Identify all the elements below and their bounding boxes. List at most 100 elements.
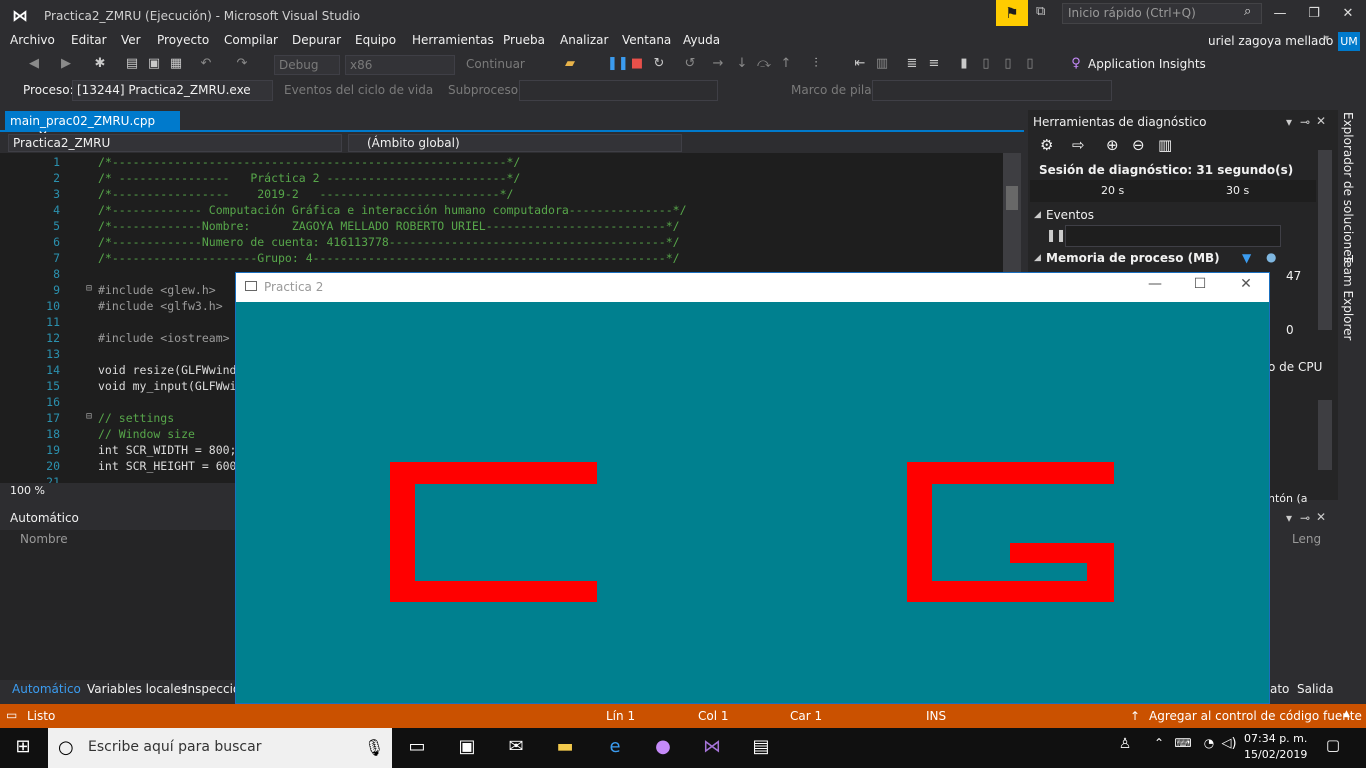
snapshot-icon[interactable]: ▥ xyxy=(1158,136,1172,154)
timeline-ruler[interactable] xyxy=(1030,180,1316,202)
comment-icon[interactable]: ≣ xyxy=(904,56,920,71)
menu-equipo[interactable]: Equipo xyxy=(355,33,396,47)
source-control-button[interactable]: Agregar al control de código fuente xyxy=(1149,709,1362,723)
zoom-select[interactable]: 100 % xyxy=(10,484,45,497)
notifications-icon[interactable]: ▢ xyxy=(1318,736,1348,754)
menu-depurar[interactable]: Depurar xyxy=(292,33,341,47)
continue-button[interactable]: Continuar xyxy=(466,57,525,71)
close-icon[interactable]: ✕ xyxy=(1316,510,1326,524)
code-line[interactable]: #include <glew.h> xyxy=(98,283,216,297)
minimize-icon[interactable]: — xyxy=(1270,6,1290,21)
redo-icon[interactable]: ↷ xyxy=(234,56,250,71)
user-name[interactable]: uriel zagoya mellado xyxy=(1208,34,1333,48)
code-line[interactable]: /* ---------------- Práctica 2 ---------… xyxy=(98,171,520,185)
threads-icon[interactable]: ⫶ xyxy=(808,56,824,71)
arrow-up-icon[interactable]: ↑ xyxy=(1130,709,1140,723)
fold-icon[interactable]: ⊟ xyxy=(86,283,92,294)
chevron-down-icon[interactable]: ▾ xyxy=(1286,115,1292,129)
pause-icon[interactable]: ❚❚ xyxy=(607,56,629,71)
settings-icon[interactable]: ⚙ xyxy=(1040,136,1053,154)
scope-dropdown[interactable]: (Ámbito global) xyxy=(348,134,682,152)
restart-icon[interactable]: ↻ xyxy=(651,56,667,71)
minimize-icon[interactable]: — xyxy=(1140,276,1170,292)
people-icon[interactable]: ♙ xyxy=(1110,736,1140,752)
mail-icon[interactable]: ✉ xyxy=(501,736,531,757)
quick-launch-input[interactable]: Inicio rápido (Ctrl+Q) xyxy=(1062,3,1262,24)
autos-lang-column[interactable]: Leng xyxy=(1292,532,1321,546)
platform-select[interactable]: x86 xyxy=(345,55,455,75)
cpu-usage-tab[interactable]: o de CPU xyxy=(1268,360,1322,374)
code-line[interactable]: int SCR_WIDTH = 800; xyxy=(98,443,236,457)
search-icon[interactable]: ⌕ xyxy=(1244,4,1251,19)
application-insights-button[interactable]: Application Insights xyxy=(1088,57,1206,71)
team-explorer-tab[interactable]: Team Explorer xyxy=(1341,255,1355,341)
menu-proyecto[interactable]: Proyecto xyxy=(157,33,209,47)
expand-icon[interactable]: ◢ xyxy=(1034,210,1041,220)
undo-icon[interactable]: ↶ xyxy=(198,56,214,71)
hot-reload-icon[interactable]: ↺ xyxy=(682,56,698,71)
task-view-icon[interactable]: ▭ xyxy=(402,736,432,757)
app-window-icon[interactable]: ▤ xyxy=(746,736,776,757)
feedback-flag-icon[interactable]: ⚑ xyxy=(996,0,1028,26)
pause-icon[interactable]: ❚❚ xyxy=(1046,228,1066,242)
close-icon[interactable]: ✕ xyxy=(1316,114,1326,128)
format-icon[interactable]: ⇤ xyxy=(852,56,868,71)
bookmark-prev-icon[interactable]: ▯ xyxy=(978,56,994,71)
bookmark-clear-icon[interactable]: ▯ xyxy=(1022,56,1038,71)
config-select[interactable]: Debug xyxy=(274,55,340,75)
menu-archivo[interactable]: Archivo xyxy=(10,33,55,47)
diag-scrollbar-2[interactable] xyxy=(1318,400,1332,470)
avatar[interactable]: UM xyxy=(1338,32,1360,51)
step-over-icon[interactable]: ⤼ xyxy=(756,56,772,71)
expand-icon[interactable]: ◢ xyxy=(1034,253,1041,263)
code-line[interactable]: /*---------------------Grupo: 4---------… xyxy=(98,251,680,265)
clock[interactable]: 07:34 p. m. 15/02/2019 xyxy=(1244,731,1307,763)
bookmark-next-icon[interactable]: ▯ xyxy=(1000,56,1016,71)
chevron-up-icon[interactable]: ▲ xyxy=(1343,709,1350,719)
pin-icon[interactable]: ⊸ xyxy=(1300,115,1310,129)
menu-editar[interactable]: Editar xyxy=(71,33,107,47)
code-line[interactable]: #include <glfw3.h> xyxy=(98,299,223,313)
code-line[interactable]: void my_input(GLFWwi xyxy=(98,379,236,393)
code-line[interactable]: // settings xyxy=(98,411,174,425)
close-icon[interactable]: ✕ xyxy=(1338,6,1358,21)
zoom-out-icon[interactable]: ⊖ xyxy=(1132,136,1145,154)
events-track[interactable] xyxy=(1065,225,1281,247)
zoom-in-icon[interactable]: ⊕ xyxy=(1106,136,1119,154)
store-icon[interactable]: ▣ xyxy=(452,736,482,757)
save-icon[interactable]: ▣ xyxy=(146,56,162,71)
tab-automatico[interactable]: Automático xyxy=(12,682,81,696)
fold-icon[interactable]: ⊟ xyxy=(86,411,92,422)
tab-salida[interactable]: Salida xyxy=(1297,682,1334,696)
scrollbar-thumb[interactable] xyxy=(1006,186,1018,210)
windows-start-icon[interactable]: ⊞ xyxy=(8,736,38,757)
maximize-icon[interactable]: ☐ xyxy=(1185,276,1215,292)
filter-icon[interactable]: ▼ xyxy=(1242,251,1251,265)
volume-icon[interactable]: ◁) xyxy=(1214,736,1244,751)
back-icon[interactable]: ◀ xyxy=(26,56,42,71)
chevron-down-icon[interactable]: ▾ xyxy=(1324,33,1329,44)
github-icon[interactable]: ● xyxy=(648,736,678,757)
microphone-icon[interactable]: 🎙︎ xyxy=(364,738,384,757)
menu-ver[interactable]: Ver xyxy=(121,33,141,47)
tab-variables-locales[interactable]: Variables locales xyxy=(87,682,187,696)
file-explorer-icon[interactable]: ▬ xyxy=(550,736,580,757)
code-line[interactable]: int SCR_HEIGHT = 600 xyxy=(98,459,236,473)
close-icon[interactable]: ✕ xyxy=(1231,276,1261,292)
tab-inspeccion[interactable]: Inspecció xyxy=(184,682,240,696)
new-project-icon[interactable]: ✱ xyxy=(92,56,108,71)
memory-section[interactable]: Memoria de proceso (MB) xyxy=(1046,251,1220,265)
menu-prueba[interactable]: Prueba xyxy=(503,33,545,47)
lifecycle-events-button[interactable]: Eventos del ciclo de vida xyxy=(284,83,433,97)
menu-analizar[interactable]: Analizar xyxy=(560,33,608,47)
uncomment-icon[interactable]: ≡ xyxy=(926,56,942,71)
tab-main-cpp[interactable]: main_prac02_ZMRU.cpp ⊸ ✕ xyxy=(5,111,180,142)
visual-studio-icon[interactable]: ⋈ xyxy=(697,736,727,757)
menu-compilar[interactable]: Compilar xyxy=(224,33,278,47)
chevron-down-icon[interactable]: ▾ xyxy=(1286,511,1292,525)
process-select[interactable]: [13244] Practica2_ZMRU.exe xyxy=(72,80,273,101)
lightbulb-icon[interactable]: ♀ xyxy=(1068,56,1084,71)
code-line[interactable]: /*----------------- 2019-2 -------------… xyxy=(98,187,513,201)
open-icon[interactable]: ▤ xyxy=(124,56,140,71)
code-line[interactable]: // Window size xyxy=(98,427,195,441)
